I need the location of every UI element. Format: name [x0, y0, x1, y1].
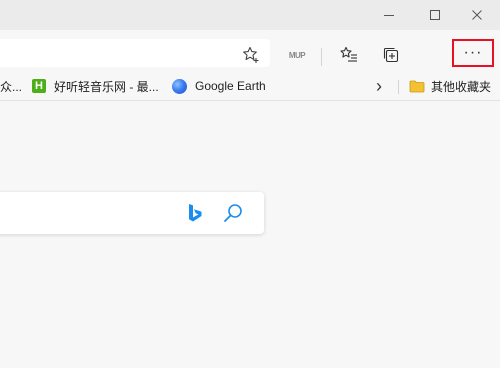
- extension-button[interactable]: MUP: [282, 40, 312, 70]
- add-favorite-button[interactable]: [240, 44, 262, 66]
- bookmark-label: Google Earth: [195, 79, 266, 93]
- more-icon: ···: [463, 44, 483, 61]
- collections-icon: [383, 47, 399, 63]
- minimize-icon: [384, 15, 394, 16]
- settings-and-more-button[interactable]: ···: [452, 39, 494, 67]
- other-favorites-folder[interactable]: 其他收藏夹: [409, 76, 491, 96]
- bookmark-item-google-earth[interactable]: Google Earth: [172, 76, 266, 96]
- maximize-button[interactable]: [412, 0, 458, 30]
- close-icon: [472, 10, 482, 20]
- toolbar-divider: [321, 48, 322, 66]
- close-button[interactable]: [454, 0, 500, 30]
- folder-icon: [409, 80, 425, 92]
- favorites-button[interactable]: [334, 40, 364, 70]
- bookmarks-overflow-button[interactable]: ›: [376, 76, 382, 96]
- bookmark-item-partial[interactable]: 众...: [0, 76, 22, 96]
- minimize-button[interactable]: [366, 0, 412, 30]
- h-site-icon: H: [32, 79, 46, 93]
- bookmark-label: 好听轻音乐网 - 最...: [54, 79, 159, 94]
- bookmark-label: 众...: [0, 79, 23, 94]
- star-add-icon: [243, 46, 259, 63]
- search-icon[interactable]: [222, 202, 244, 224]
- favorites-list-icon: [340, 46, 357, 62]
- address-bar[interactable]: [0, 39, 270, 67]
- earth-icon: [172, 78, 187, 94]
- collections-button[interactable]: [376, 40, 406, 70]
- folder-label: 其他收藏夹: [431, 79, 492, 94]
- extension-label: MUP: [288, 50, 306, 60]
- maximize-icon: [430, 10, 440, 20]
- bookmark-item-music[interactable]: H 好听轻音乐网 - 最...: [32, 76, 159, 96]
- favorites-bar: 众... H 好听轻音乐网 - 最... Google Earth › 其他收藏…: [0, 72, 500, 101]
- bookmarks-divider: [398, 80, 399, 94]
- title-bar: [0, 0, 500, 30]
- bing-icon[interactable]: [186, 203, 204, 223]
- chevron-right-icon: ›: [376, 75, 382, 96]
